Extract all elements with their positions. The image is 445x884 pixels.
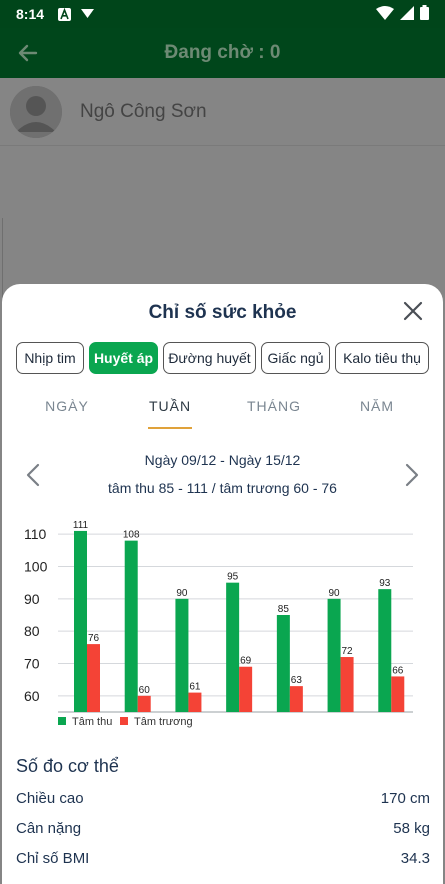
sheet-title: Chỉ số sức khỏe (148, 302, 297, 323)
metric-row-height: Chiều cao 170 cm (16, 790, 430, 807)
metric-label: Chỉ số BMI (16, 850, 90, 867)
data-label: 108 (123, 530, 140, 541)
metric-row-weight: Cân nặng 58 kg (16, 820, 430, 837)
data-label: 63 (291, 675, 303, 686)
bar-diastolic (87, 644, 100, 712)
tab-blood-sugar[interactable]: Đường huyết (163, 342, 256, 374)
signal-icon (400, 5, 414, 23)
app-bar: Đang chờ : 0 (0, 28, 445, 78)
bar-diastolic (391, 676, 405, 712)
bar-systolic (327, 598, 341, 712)
metric-label: Cân nặng (16, 820, 82, 837)
data-label: 72 (342, 646, 354, 657)
data-label: 90 (329, 588, 341, 599)
legend-label: Tâm trương (134, 716, 193, 728)
period-week[interactable]: TUẦN (149, 398, 191, 414)
bar-systolic (226, 582, 240, 712)
bar-systolic (378, 589, 392, 712)
period-month[interactable]: THÁNG (247, 398, 301, 414)
metric-value: 58 kg (393, 820, 430, 837)
legend-label: Tâm thu (72, 716, 112, 728)
y-tick-label: 60 (24, 688, 40, 704)
arrow-left-icon[interactable] (16, 41, 40, 65)
download-icon (81, 9, 95, 19)
status-bar: 8:14 (0, 0, 445, 28)
data-label: 61 (189, 682, 201, 693)
tab-blood-pressure[interactable]: Huyết áp (89, 342, 158, 374)
bar-systolic (124, 540, 138, 712)
battery-icon (420, 5, 429, 23)
bar-diastolic (289, 686, 303, 712)
y-tick-label: 90 (24, 591, 40, 607)
data-label: 66 (392, 665, 404, 676)
body-metrics-title: Số đo cơ thể (16, 756, 119, 776)
data-label: 60 (139, 685, 151, 696)
bar-diastolic (239, 666, 253, 712)
data-label: 85 (278, 604, 290, 615)
legend-swatch (120, 717, 128, 725)
user-name: Ngô Công Sơn (80, 100, 207, 122)
bar-diastolic (340, 657, 354, 712)
bar-systolic (74, 530, 87, 712)
app-bar-title: Đang chờ : 0 (164, 42, 281, 63)
data-label: 111 (73, 520, 89, 531)
y-tick-label: 70 (24, 656, 40, 672)
data-label: 93 (379, 578, 391, 589)
period-tabs: NGÀY TUẦN THÁNG NĂM (2, 388, 443, 430)
bar-systolic (175, 598, 189, 712)
bar-diastolic (188, 692, 202, 712)
metric-label: Chiều cao (16, 790, 84, 807)
bar-diastolic (137, 695, 151, 712)
tab-calories[interactable]: Kalo tiêu thụ (335, 342, 429, 374)
y-tick-label: 100 (24, 559, 48, 575)
tab-heart-rate[interactable]: Nhịp tim (16, 342, 84, 374)
metric-value: 34.3 (400, 850, 430, 867)
data-label: 95 (227, 572, 239, 583)
metric-tabs: Nhịp tim Huyết áp Đường huyết Giấc ngủ K… (16, 342, 429, 374)
range-summary: tâm thu 85 - 111 / tâm trương 60 - 76 (108, 480, 337, 496)
metric-row-bmi: Chỉ số BMI 34.3 (16, 850, 430, 867)
health-sheet: Chỉ số sức khỏe Nhịp tim Huyết áp Đường … (2, 284, 443, 884)
status-time: 8:14 (16, 6, 45, 22)
data-label: 90 (176, 588, 188, 599)
bar-systolic (276, 615, 290, 712)
y-tick-label: 110 (24, 526, 47, 542)
data-label: 69 (240, 656, 252, 667)
legend-swatch (58, 717, 66, 725)
period-active-underline (148, 427, 192, 429)
user-row[interactable]: Ngô Công Sơn (0, 78, 445, 146)
avatar (10, 85, 62, 138)
blood-pressure-chart: 60 70 80 90 100 110 111 108 90 95 85 90 93 76 60 61 69 63… (24, 520, 413, 728)
close-icon[interactable] (403, 301, 423, 321)
data-label: 76 (88, 633, 100, 644)
period-day[interactable]: NGÀY (45, 398, 89, 414)
wifi-icon (376, 5, 394, 23)
tab-sleep[interactable]: Giấc ngủ (261, 342, 330, 374)
period-year[interactable]: NĂM (360, 398, 394, 414)
chevron-right-icon[interactable] (403, 462, 421, 488)
metric-value: 170 cm (380, 790, 430, 807)
date-range: Ngày 09/12 - Ngày 15/12 (144, 452, 301, 468)
notification-a-icon (58, 7, 72, 21)
y-tick-label: 80 (24, 623, 40, 639)
